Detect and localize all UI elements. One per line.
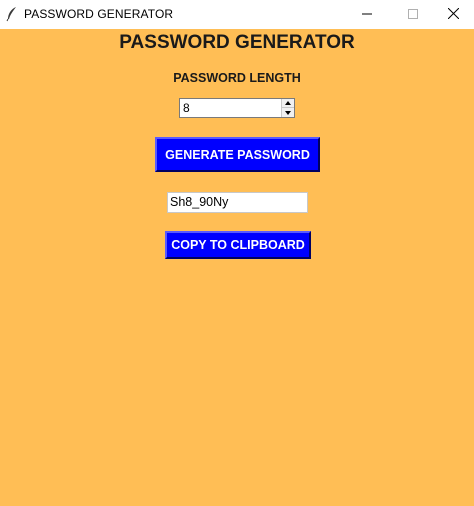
window-title: PASSWORD GENERATOR (24, 7, 174, 21)
feather-icon (5, 6, 19, 22)
copy-to-clipboard-button[interactable]: COPY TO CLIPBOARD (165, 231, 311, 259)
password-length-label: PASSWORD LENGTH (173, 71, 301, 85)
password-length-value[interactable]: 8 (183, 101, 190, 115)
password-output-field[interactable]: Sh8_90Ny (167, 192, 308, 213)
password-output-value[interactable]: Sh8_90Ny (170, 195, 228, 209)
minimize-icon (362, 6, 372, 24)
close-button[interactable] (430, 0, 474, 29)
title-bar: PASSWORD GENERATOR (0, 0, 474, 29)
arrow-up-icon (285, 101, 291, 105)
close-icon (447, 6, 459, 24)
minimize-button[interactable] (344, 0, 390, 29)
spin-up-button[interactable] (282, 99, 294, 108)
password-length-spinbox[interactable]: 8 (179, 98, 295, 118)
main-panel: PASSWORD GENERATOR PASSWORD LENGTH 8 GEN… (0, 29, 474, 506)
arrow-down-icon (285, 110, 291, 115)
generate-password-button[interactable]: GENERATE PASSWORD (155, 137, 320, 172)
spin-down-button[interactable] (282, 108, 294, 117)
maximize-icon (408, 6, 418, 24)
page-title: PASSWORD GENERATOR (119, 32, 355, 53)
spinbox-arrows (281, 99, 294, 117)
